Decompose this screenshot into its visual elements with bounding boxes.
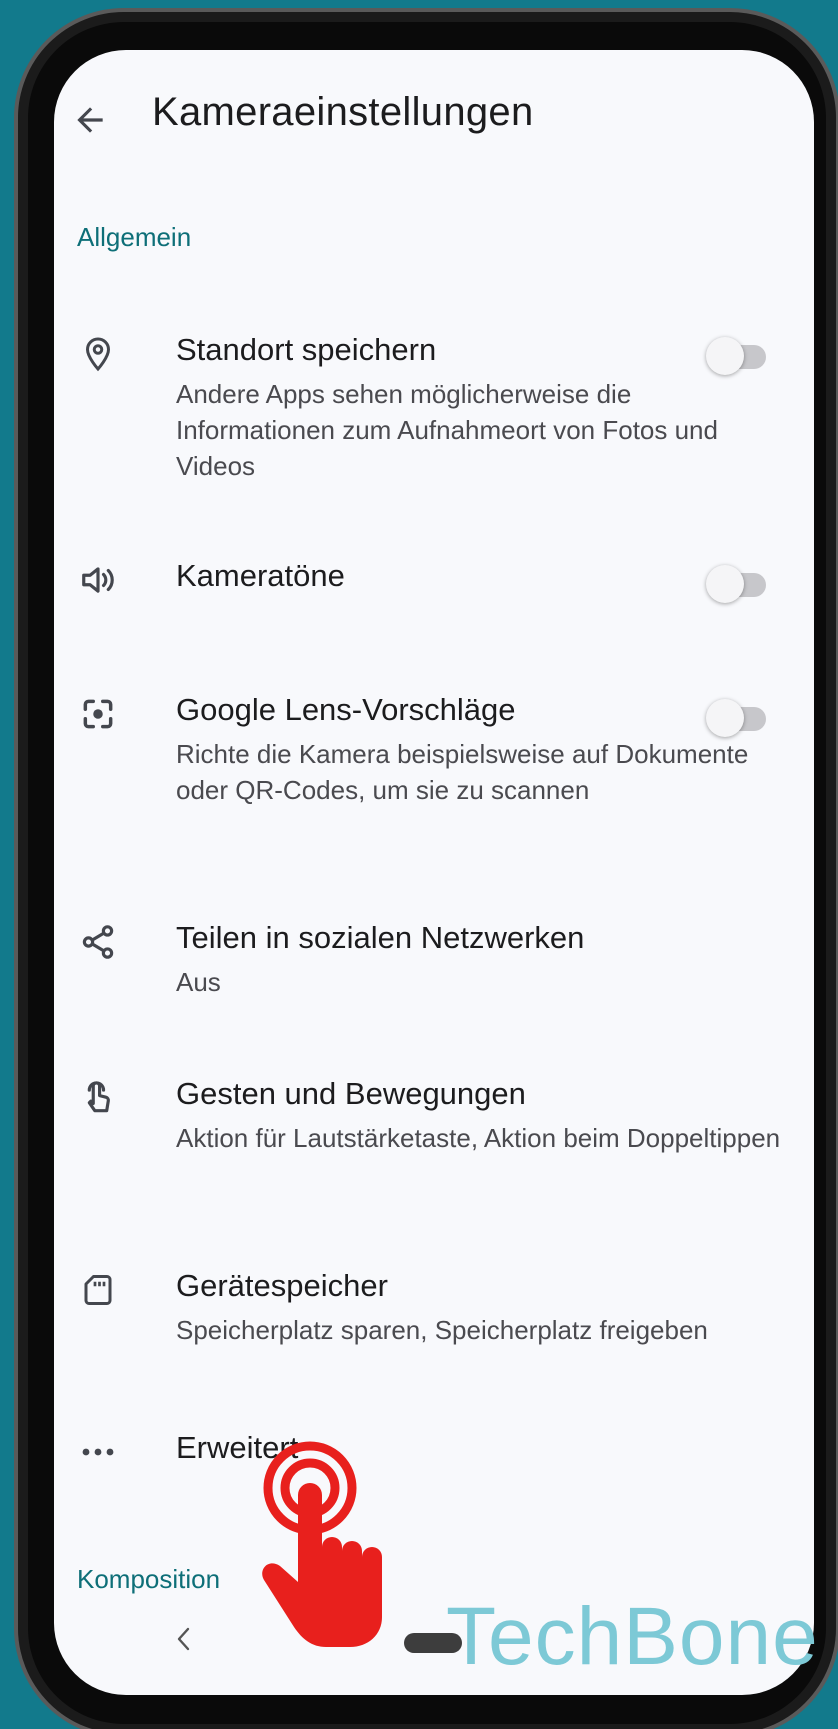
- setting-item-google-lens[interactable]: Google Lens-Vorschläge Richte die Kamera…: [54, 692, 814, 852]
- chevron-left-icon: [177, 1627, 190, 1651]
- section-header-general: Allgemein: [77, 222, 192, 252]
- setting-title: Gesten und Bewegungen: [176, 1076, 526, 1111]
- gesture-hand-icon: [76, 1076, 120, 1120]
- setting-title: Teilen in sozialen Netzwerken: [176, 920, 585, 955]
- setting-subtitle: Aktion für Lautstärketaste, Aktion beim …: [176, 1123, 781, 1153]
- section-header-composition: Komposition: [77, 1564, 221, 1594]
- setting-item-gestures[interactable]: Gesten und Bewegungen Aktion für Lautstä…: [54, 1076, 814, 1196]
- setting-item-camera-sounds[interactable]: Kameratöne: [54, 558, 814, 628]
- setting-item-device-storage[interactable]: Gerätespeicher Speicherplatz sparen, Spe…: [54, 1268, 814, 1358]
- settings-screen: Kameraeinstellungen Allgemein Standort s…: [54, 50, 814, 1695]
- setting-title: Kameratöne: [176, 558, 345, 593]
- toggle-location[interactable]: [706, 337, 768, 375]
- tap-hand-icon: [262, 1441, 382, 1647]
- setting-title: Google Lens-Vorschläge: [176, 692, 516, 727]
- setting-subtitle: Aus: [176, 967, 221, 997]
- location-pin-icon: [76, 332, 120, 376]
- volume-icon: [76, 558, 120, 602]
- top-app-bar: Kameraeinstellungen: [54, 50, 814, 180]
- lens-icon: [76, 692, 120, 736]
- setting-subtitle: Richte die Kamera beispielsweise auf Dok…: [176, 739, 749, 805]
- toggle-google-lens[interactable]: [706, 699, 768, 737]
- setting-title: Gerätespeicher: [176, 1268, 388, 1303]
- setting-subtitle: Speicherplatz sparen, Speicherplatz frei…: [176, 1315, 708, 1345]
- more-dots-icon: [76, 1430, 120, 1474]
- toggle-camera-sounds[interactable]: [706, 565, 768, 603]
- techbone-watermark: TechBone: [446, 1591, 819, 1682]
- setting-subtitle: Andere Apps sehen möglicherweise die Inf…: [176, 379, 718, 481]
- sd-card-icon: [76, 1268, 120, 1312]
- back-button[interactable]: [62, 92, 118, 148]
- arrow-back-icon: [77, 107, 103, 133]
- setting-item-location[interactable]: Standort speichern Andere Apps sehen mög…: [54, 332, 814, 492]
- setting-item-advanced[interactable]: Erweitert: [54, 1430, 814, 1490]
- nav-back-button[interactable]: [164, 1619, 204, 1659]
- setting-title: Standort speichern: [176, 332, 437, 367]
- setting-item-social-sharing[interactable]: Teilen in sozialen Netzwerken Aus: [54, 920, 814, 1010]
- share-icon: [76, 920, 120, 964]
- page-title: Kameraeinstellungen: [152, 90, 534, 134]
